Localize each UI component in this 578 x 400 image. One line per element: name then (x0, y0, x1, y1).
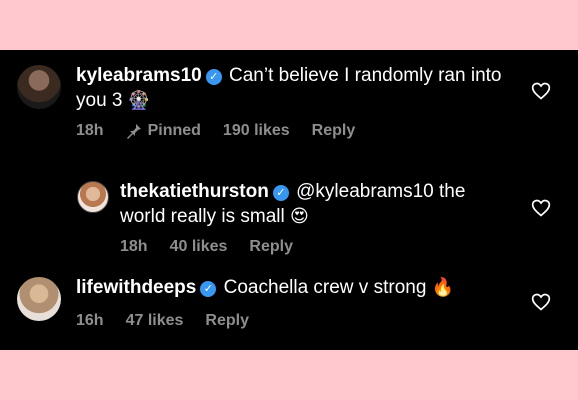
verified-badge-icon: ✓ (205, 69, 222, 85)
heart-eyes-emoji: 😍 (289, 206, 309, 226)
ferris-wheel-emoji: 🎡 (127, 90, 151, 110)
username[interactable]: lifewithdeeps (76, 277, 196, 298)
comment-text: lifewithdeeps ✓ Coachella crew v strong 🔥 (76, 275, 516, 300)
comment-text: thekatiethurston ✓ @kyleabrams10 the worl… (120, 180, 510, 229)
avatar[interactable] (17, 277, 61, 321)
verified-badge-icon: ✓ (272, 185, 289, 201)
likes-count[interactable]: 190 likes (223, 122, 290, 140)
heart-icon[interactable] (531, 292, 551, 312)
likes-count[interactable]: 40 likes (170, 238, 228, 256)
comment-body: Coachella crew v strong (223, 277, 427, 298)
timestamp[interactable]: 18h (120, 238, 148, 256)
pinned-label: Pinned (126, 122, 201, 140)
comment-text: kyleabrams10 ✓ Can’t believe I randomly r… (76, 64, 516, 113)
heart-icon[interactable] (531, 198, 551, 218)
fire-emoji: 🔥 (431, 277, 455, 297)
reply-button[interactable]: Reply (312, 122, 356, 140)
mention-link[interactable]: @kyleabrams10 (296, 181, 434, 202)
timestamp[interactable]: 18h (76, 122, 104, 140)
pin-icon (126, 124, 141, 139)
comment-meta: 18h Pinned 190 likes Reply (76, 122, 355, 140)
timestamp[interactable]: 16h (76, 312, 104, 330)
likes-count[interactable]: 47 likes (126, 312, 184, 330)
avatar[interactable] (77, 181, 109, 213)
username[interactable]: thekatiethurston (120, 181, 269, 202)
avatar[interactable] (17, 65, 61, 109)
comments-panel: kyleabrams10 ✓ Can’t believe I randomly r… (0, 50, 578, 350)
verified-badge-icon: ✓ (200, 281, 217, 297)
reply-button[interactable]: Reply (205, 312, 249, 330)
username[interactable]: kyleabrams10 (76, 65, 202, 86)
reply-button[interactable]: Reply (249, 238, 293, 256)
heart-icon[interactable] (531, 81, 551, 101)
comment-meta: 18h 40 likes Reply (120, 238, 293, 256)
comment-meta: 16h 47 likes Reply (76, 312, 249, 330)
